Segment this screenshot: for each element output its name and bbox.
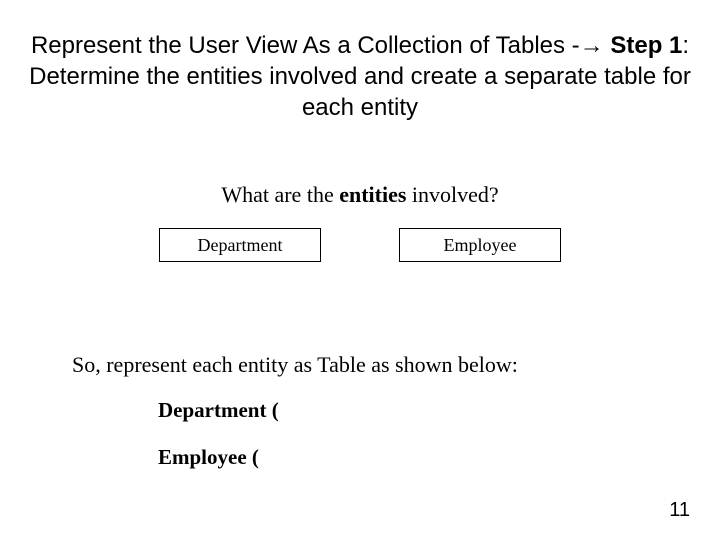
table-list: Department ( Employee ( — [158, 398, 279, 492]
table-department: Department ( — [158, 398, 279, 423]
represent-line: So, represent each entity as Table as sh… — [72, 352, 518, 378]
page-number: 11 — [669, 499, 690, 522]
entity-box-employee: Employee — [399, 228, 561, 262]
title-prefix: Represent the User View As a Collection … — [31, 32, 580, 59]
arrow-icon: → — [580, 32, 604, 59]
entity-box-department: Department — [159, 228, 321, 262]
question-prefix: What are the — [221, 182, 339, 207]
title-step: Step 1 — [610, 32, 682, 59]
slide: Represent the User View As a Collection … — [0, 0, 720, 540]
slide-title: Represent the User View As a Collection … — [0, 30, 720, 124]
question-emph: entities — [339, 182, 406, 207]
entity-row: Department Employee — [0, 228, 720, 262]
table-employee: Employee ( — [158, 445, 279, 470]
question-line: What are the entities involved? — [0, 182, 720, 208]
question-suffix: involved? — [406, 182, 498, 207]
